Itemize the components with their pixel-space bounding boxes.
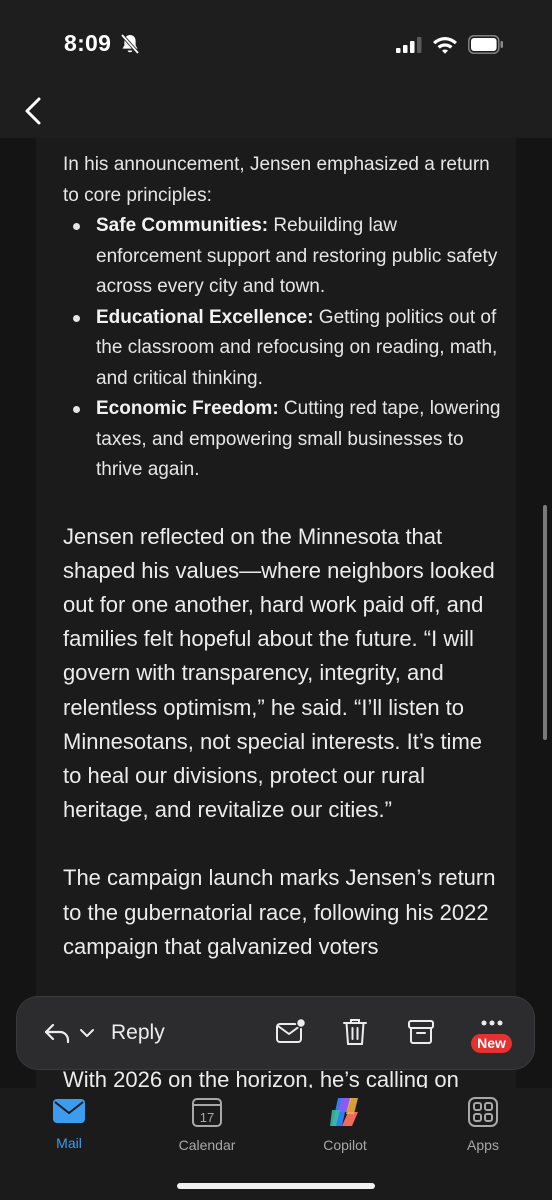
battery-icon xyxy=(468,35,503,54)
copilot-icon xyxy=(330,1098,358,1126)
home-indicator[interactable] xyxy=(177,1183,375,1189)
tab-copilot[interactable]: Copilot xyxy=(290,1096,400,1153)
reply-button[interactable]: Reply xyxy=(111,1021,165,1045)
principles-list: Safe Communities: Rebuilding law enforce… xyxy=(63,211,503,486)
more-options-icon[interactable] xyxy=(480,1019,504,1027)
navigation-bar xyxy=(0,90,552,138)
cellular-signal-icon xyxy=(396,37,422,53)
tab-apps[interactable]: Apps xyxy=(428,1096,538,1153)
tab-calendar[interactable]: 17 Calendar xyxy=(152,1096,262,1153)
list-item: Educational Excellence: Getting politics… xyxy=(73,303,503,395)
scrollbar-thumb[interactable] xyxy=(543,505,547,740)
new-badge: New xyxy=(471,1034,512,1053)
tab-label: Apps xyxy=(467,1137,499,1153)
body-paragraph: The campaign launch marks Jensen’s retur… xyxy=(63,865,496,959)
tab-mail[interactable]: Mail xyxy=(14,1096,124,1151)
mail-icon xyxy=(53,1099,85,1123)
list-item: Economic Freedom: Cutting red tape, lowe… xyxy=(73,394,503,486)
body-paragraph: Jensen reflected on the Minnesota that s… xyxy=(63,523,495,823)
tab-label: Copilot xyxy=(323,1137,367,1153)
back-chevron-icon[interactable] xyxy=(22,94,46,128)
reply-arrow-icon[interactable] xyxy=(43,1022,71,1044)
bullet-heading: Educational Excellence: xyxy=(96,306,314,328)
intro-paragraph: In his announcement, Jensen emphasized a… xyxy=(63,154,490,206)
message-action-bar: Reply New xyxy=(16,996,535,1070)
bullet-heading: Economic Freedom: xyxy=(96,398,279,419)
status-bar: 8:09 xyxy=(0,0,552,90)
list-item: Safe Communities: Rebuilding law enforce… xyxy=(73,211,503,303)
calendar-icon: 17 xyxy=(192,1098,222,1127)
tab-label: Mail xyxy=(56,1135,82,1151)
mark-unread-icon[interactable] xyxy=(275,1018,307,1046)
chevron-down-icon[interactable] xyxy=(79,1028,95,1038)
calendar-date: 17 xyxy=(200,1110,214,1125)
bullet-heading: Safe Communities: xyxy=(96,215,269,236)
wifi-icon xyxy=(433,37,457,54)
status-time: 8:09 xyxy=(64,30,112,56)
message-body: In his announcement, Jensen emphasized a… xyxy=(63,150,503,964)
tab-label: Calendar xyxy=(178,1137,236,1153)
archive-icon[interactable] xyxy=(407,1019,435,1045)
trash-icon[interactable] xyxy=(342,1017,368,1047)
apps-grid-icon xyxy=(468,1097,498,1127)
bell-slash-icon xyxy=(120,33,140,55)
